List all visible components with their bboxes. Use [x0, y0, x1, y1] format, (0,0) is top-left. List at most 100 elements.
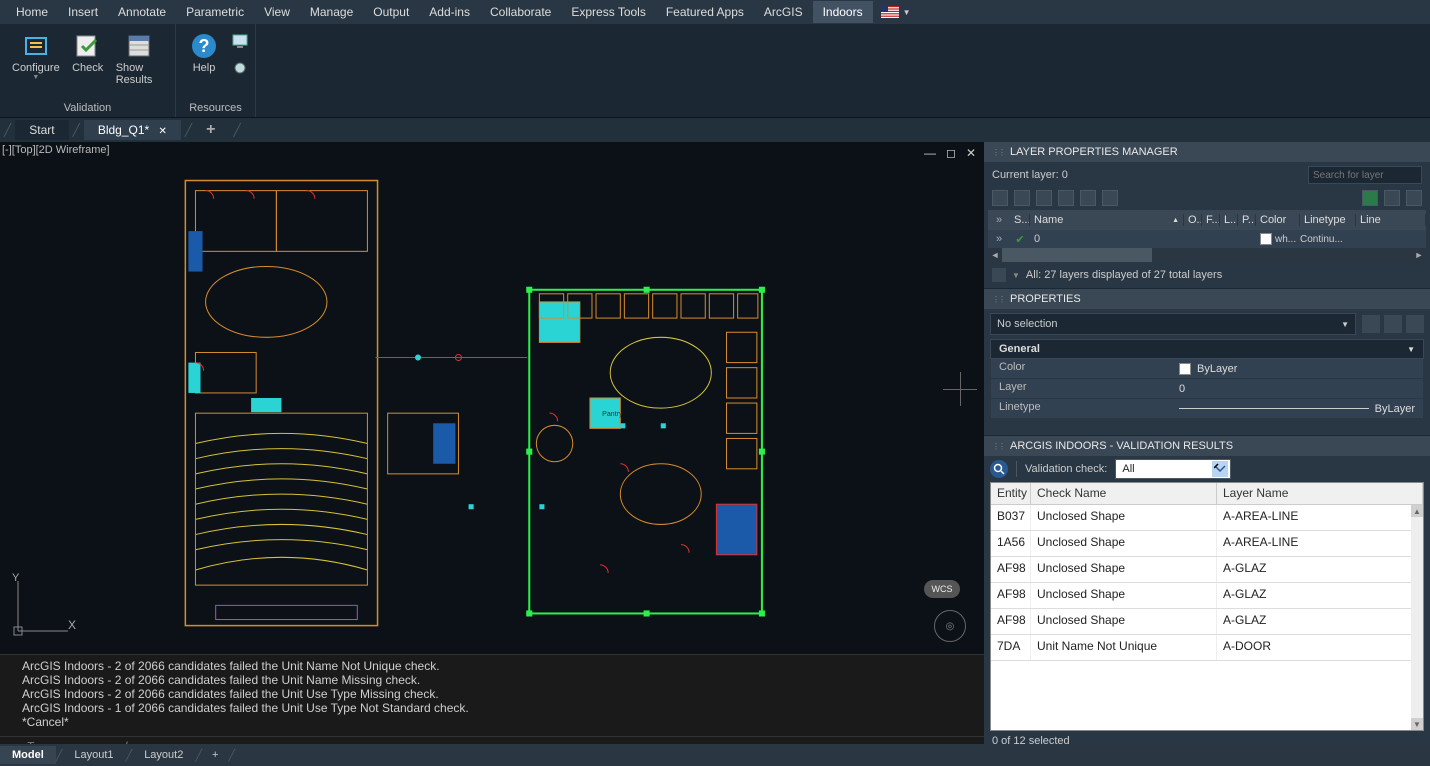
col-lock[interactable]: L...	[1220, 214, 1238, 226]
scroll-track[interactable]	[1411, 517, 1423, 718]
layer-filter2-icon[interactable]	[1102, 190, 1118, 206]
validation-check-dropdown[interactable]: All	[1115, 459, 1231, 479]
svg-text:Y: Y	[12, 572, 20, 584]
cell-check: Unclosed Shape	[1031, 609, 1217, 634]
tab-parametric[interactable]: Parametric	[176, 1, 254, 23]
tab-view[interactable]: View	[254, 1, 300, 23]
validation-row[interactable]: AF98 Unclosed Shape A-GLAZ	[991, 583, 1423, 609]
scroll-thumb[interactable]	[1002, 248, 1152, 262]
new-layer-frozen-icon[interactable]	[1014, 190, 1030, 206]
expand-tree-icon[interactable]: »	[988, 233, 1010, 245]
tab-layout2[interactable]: Layout2	[132, 746, 195, 764]
dropdown-arrow-icon[interactable]	[1212, 461, 1228, 477]
col-color[interactable]: Color	[1256, 214, 1300, 226]
col-linetype[interactable]: Linetype	[1300, 214, 1356, 226]
col-freeze[interactable]: F...	[1202, 214, 1220, 226]
gear-icon[interactable]	[1406, 190, 1422, 206]
panel-header[interactable]: ⋮⋮ LAYER PROPERTIES MANAGER	[984, 142, 1430, 162]
tab-annotate[interactable]: Annotate	[108, 1, 176, 23]
validation-row[interactable]: AF98 Unclosed Shape A-GLAZ	[991, 609, 1423, 635]
scroll-left-icon[interactable]: ◄	[988, 248, 1002, 262]
validation-row[interactable]: 7DA Unit Name Not Unique A-DOOR	[991, 635, 1423, 661]
filter-icon[interactable]	[992, 268, 1006, 282]
new-tab-button[interactable]: +	[206, 121, 215, 139]
delete-layer-icon[interactable]	[1036, 190, 1052, 206]
layer-filter-icon[interactable]	[1080, 190, 1096, 206]
col-on[interactable]: O..	[1184, 214, 1202, 226]
tab-output[interactable]: Output	[363, 1, 419, 23]
doc-tab-start[interactable]: Start	[15, 120, 68, 140]
col-layername[interactable]: Layer Name	[1217, 483, 1423, 504]
configure-icon	[20, 30, 52, 62]
command-history[interactable]: ArcGIS Indoors - 2 of 2066 candidates fa…	[0, 655, 984, 736]
selection-dropdown[interactable]: No selection ▼	[990, 313, 1356, 335]
configure-button[interactable]: Configure ▼	[6, 28, 66, 83]
validation-table-header: Entity Check Name Layer Name	[991, 483, 1423, 505]
prop-row-color[interactable]: Color ByLayer	[990, 359, 1424, 379]
toggle-pickadd-icon[interactable]	[1406, 315, 1424, 333]
scroll-right-icon[interactable]: ►	[1412, 248, 1426, 262]
cell-layer: A-GLAZ	[1217, 609, 1423, 634]
validation-row[interactable]: 1A56 Unclosed Shape A-AREA-LINE	[991, 531, 1423, 557]
general-header[interactable]: General ▼	[990, 339, 1424, 359]
select-objects-icon[interactable]	[1384, 315, 1402, 333]
col-entity[interactable]: Entity	[991, 483, 1031, 504]
monitor-icon	[232, 34, 248, 50]
tab-arcgis[interactable]: ArcGIS	[754, 1, 813, 23]
validation-row[interactable]: AF98 Unclosed Shape A-GLAZ	[991, 557, 1423, 583]
tab-indoors[interactable]: Indoors	[813, 1, 873, 23]
prop-val: ByLayer	[1375, 403, 1415, 415]
check-button[interactable]: Check	[66, 28, 110, 76]
layer-search-input[interactable]	[1308, 166, 1422, 184]
validation-vscroll[interactable]: ▲ ▼	[1411, 505, 1423, 730]
tab-model[interactable]: Model	[0, 746, 56, 764]
tab-insert[interactable]: Insert	[58, 1, 108, 23]
layer-hscroll[interactable]: ◄ ►	[988, 248, 1426, 262]
new-layout-button[interactable]: +	[202, 749, 228, 761]
viewport-label[interactable]: [-][Top][2D Wireframe]	[2, 144, 110, 156]
tab-expresstools[interactable]: Express Tools	[561, 1, 655, 23]
tab-separator: ╱	[0, 123, 15, 137]
refresh-icon[interactable]	[1362, 190, 1378, 206]
scroll-down-icon[interactable]: ▼	[1411, 718, 1423, 730]
new-layer-icon[interactable]	[992, 190, 1008, 206]
tab-collaborate[interactable]: Collaborate	[480, 1, 561, 23]
maximize-icon[interactable]: ◻	[946, 146, 956, 160]
help-extra-button[interactable]	[226, 28, 254, 76]
expand-tree-icon[interactable]: »	[988, 214, 1010, 226]
layer-status-icon: ✔	[1010, 233, 1030, 246]
col-lineweight[interactable]: Line	[1356, 214, 1426, 226]
col-status[interactable]: S...	[1010, 214, 1030, 226]
col-name[interactable]: Name▲	[1030, 214, 1184, 226]
panel-header[interactable]: ⋮⋮ PROPERTIES	[984, 289, 1430, 309]
viewport[interactable]: [-][Top][2D Wireframe] — ◻ ✕	[0, 142, 984, 654]
scroll-up-icon[interactable]: ▲	[1411, 505, 1423, 517]
close-icon[interactable]: ✕	[966, 146, 976, 160]
layer-states-icon[interactable]	[1058, 190, 1074, 206]
tab-addins[interactable]: Add-ins	[419, 1, 480, 23]
tab-featuredapps[interactable]: Featured Apps	[656, 1, 754, 23]
layer-settings-icon[interactable]	[1384, 190, 1400, 206]
validation-row[interactable]: B037 Unclosed Shape A-AREA-LINE	[991, 505, 1423, 531]
prop-row-linetype[interactable]: Linetype ByLayer	[990, 399, 1424, 419]
panel-header[interactable]: ⋮⋮ ARCGIS INDOORS - VALIDATION RESULTS	[984, 436, 1430, 456]
layer-name: 0	[1030, 233, 1184, 245]
prop-row-layer[interactable]: Layer 0	[990, 379, 1424, 399]
help-button[interactable]: ? Help	[182, 28, 226, 76]
locale-flag[interactable]: ▼	[881, 6, 911, 18]
col-plot[interactable]: P...	[1238, 214, 1256, 226]
wcs-badge[interactable]: WCS	[924, 580, 960, 598]
tab-layout1[interactable]: Layout1	[62, 746, 125, 764]
col-checkname[interactable]: Check Name	[1031, 483, 1217, 504]
layer-row[interactable]: » ✔ 0 wh... Continu...	[988, 230, 1426, 248]
zoom-to-icon[interactable]	[990, 460, 1008, 478]
chevron-down-icon[interactable]: ▼	[1012, 271, 1020, 280]
doc-tab-active[interactable]: Bldg_Q1* ✕	[84, 120, 181, 140]
tab-manage[interactable]: Manage	[300, 1, 363, 23]
tab-home[interactable]: Home	[6, 1, 58, 23]
show-results-button[interactable]: Show Results	[110, 28, 169, 88]
viewcube[interactable]: ◎	[934, 610, 966, 642]
quick-select-icon[interactable]	[1362, 315, 1380, 333]
close-tab-icon[interactable]: ✕	[159, 126, 167, 137]
ribbon-group-title: Resources	[176, 100, 255, 117]
